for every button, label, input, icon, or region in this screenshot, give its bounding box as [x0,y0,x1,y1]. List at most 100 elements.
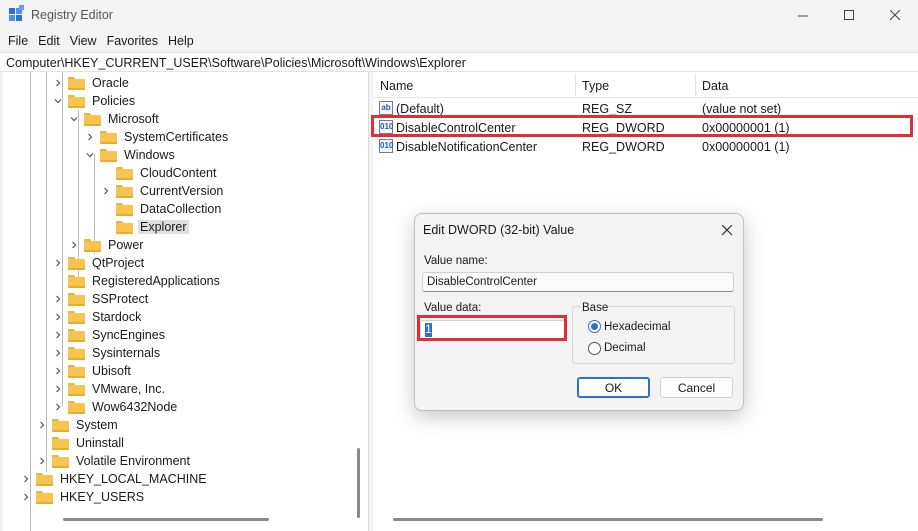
folder-icon [68,328,85,342]
chevron-right-icon[interactable] [85,132,95,142]
tree-item[interactable]: QtProject [53,254,146,272]
tree-item[interactable]: Volatile Environment [37,452,192,470]
tree-item[interactable]: VMware, Inc. [53,380,167,398]
chevron-right-icon[interactable] [101,186,111,196]
column-header-data[interactable]: Data [702,79,728,93]
hexadecimal-label[interactable]: Hexadecimal [604,321,670,333]
tree-item[interactable]: DataCollection [101,200,223,218]
tree-item[interactable]: Uninstall [37,434,126,452]
tree-item-label: CloudContent [140,166,217,180]
tree-item-label: Windows [124,148,175,162]
tree-item[interactable]: SSProtect [53,290,150,308]
hexadecimal-radio[interactable] [588,320,601,333]
folder-icon [116,166,133,180]
menu-edit[interactable]: Edit [33,31,65,51]
binary-value-icon: 010 [379,139,393,153]
list-header: Name Type Data [373,72,918,98]
chevron-right-icon[interactable] [53,330,63,340]
menu-bar: File Edit View Favorites Help [0,31,918,51]
ok-button[interactable]: OK [577,377,650,398]
close-window-button[interactable] [872,0,918,31]
chevron-right-icon[interactable] [53,366,63,376]
chevron-right-icon[interactable] [53,258,63,268]
tree-item[interactable]: Windows [85,146,177,164]
tree-vertical-scrollbar[interactable] [357,448,360,518]
menu-view[interactable]: View [65,31,102,51]
base-groupbox [572,306,735,364]
chevron-down-icon[interactable] [53,96,63,106]
chevron-right-icon[interactable] [53,312,63,322]
tree-item[interactable]: SystemCertificates [85,128,230,146]
minimize-button[interactable] [780,0,826,31]
decimal-radio[interactable] [588,342,601,355]
folder-icon [68,274,85,288]
folder-icon [36,472,53,486]
chevron-right-icon[interactable] [21,492,31,502]
chevron-right-icon[interactable] [69,240,79,250]
close-icon [889,10,900,21]
tree-item[interactable]: Policies [53,92,137,110]
folder-icon [36,490,53,504]
chevron-right-icon[interactable] [37,456,47,466]
tree-item-label: Explorer [138,220,189,234]
tree-horizontal-scrollbar[interactable] [63,518,269,521]
maximize-button[interactable] [826,0,872,31]
list-horizontal-scrollbar[interactable] [393,518,823,521]
key-tree-pane[interactable]: Oracle Policies Microsoft SystemCertificate… [3,72,369,531]
value-row[interactable]: 010 DisableControlCenter REG_DWORD 0x000000… [371,115,918,137]
column-header-name[interactable]: Name [380,79,413,93]
column-header-type[interactable]: Type [582,79,609,93]
tree-guide-line [46,72,47,472]
chevron-right-icon[interactable] [21,474,31,484]
decimal-label[interactable]: Decimal [604,342,646,354]
tree-item[interactable]: Wow6432Node [53,398,179,416]
tree-item[interactable]: Ubisoft [53,362,133,380]
dialog-close-button[interactable] [715,219,739,241]
row-highlight-box [371,115,913,137]
menu-help[interactable]: Help [163,31,199,51]
value-row[interactable]: 010 DisableNotificationCenter REG_DWORD 0x0… [373,137,918,156]
tree-item-label: Power [108,238,144,252]
tree-item[interactable]: Oracle [53,74,131,92]
folder-icon [52,418,69,432]
folder-icon [52,436,69,450]
folder-icon [68,346,85,360]
chevron-right-icon[interactable] [53,384,63,394]
cancel-button[interactable]: Cancel [660,377,733,398]
tree-item[interactable]: HKEY_USERS [21,488,146,506]
menu-file[interactable]: File [3,31,33,51]
value-name: (Default) [396,102,444,116]
tree-item[interactable]: CloudContent [101,164,218,182]
folder-icon [68,292,85,306]
tree-item-label: Policies [92,94,136,108]
address-bar[interactable]: Computer\HKEY_CURRENT_USER\Software\Poli… [0,52,918,72]
tree-item[interactable]: CurrentVersion [101,182,225,200]
tree-item[interactable]: System [37,416,120,434]
chevron-right-icon[interactable] [53,78,63,88]
dialog-title: Edit DWORD (32-bit) Value [423,223,575,237]
close-icon [721,224,732,235]
folder-icon [68,94,85,108]
tree-item[interactable]: Sysinternals [53,344,162,362]
chevron-right-icon[interactable] [37,420,47,430]
tree-item[interactable]: Microsoft [69,110,161,128]
tree-item[interactable]: HKEY_LOCAL_MACHINE [21,470,209,488]
chevron-right-icon[interactable] [53,348,63,358]
string-value-icon: ab [379,101,393,115]
menu-favorites[interactable]: Favorites [102,31,163,51]
chevron-right-icon[interactable] [53,402,63,412]
chevron-right-icon[interactable] [53,294,63,304]
tree-item[interactable]: SyncEngines [53,326,167,344]
value-name-field: DisableControlCenter [422,272,734,292]
tree-item-label: RegisteredApplications [92,274,220,288]
tree-item-label: Uninstall [76,436,124,450]
tree-item[interactable]: Stardock [53,308,143,326]
tree-item[interactable]: Explorer [101,218,189,236]
tree-item[interactable]: RegisteredApplications [53,272,222,290]
chevron-down-icon[interactable] [69,114,79,124]
window-title: Registry Editor [31,8,113,22]
chevron-down-icon[interactable] [85,150,95,160]
tree-item[interactable]: Power [69,236,145,254]
